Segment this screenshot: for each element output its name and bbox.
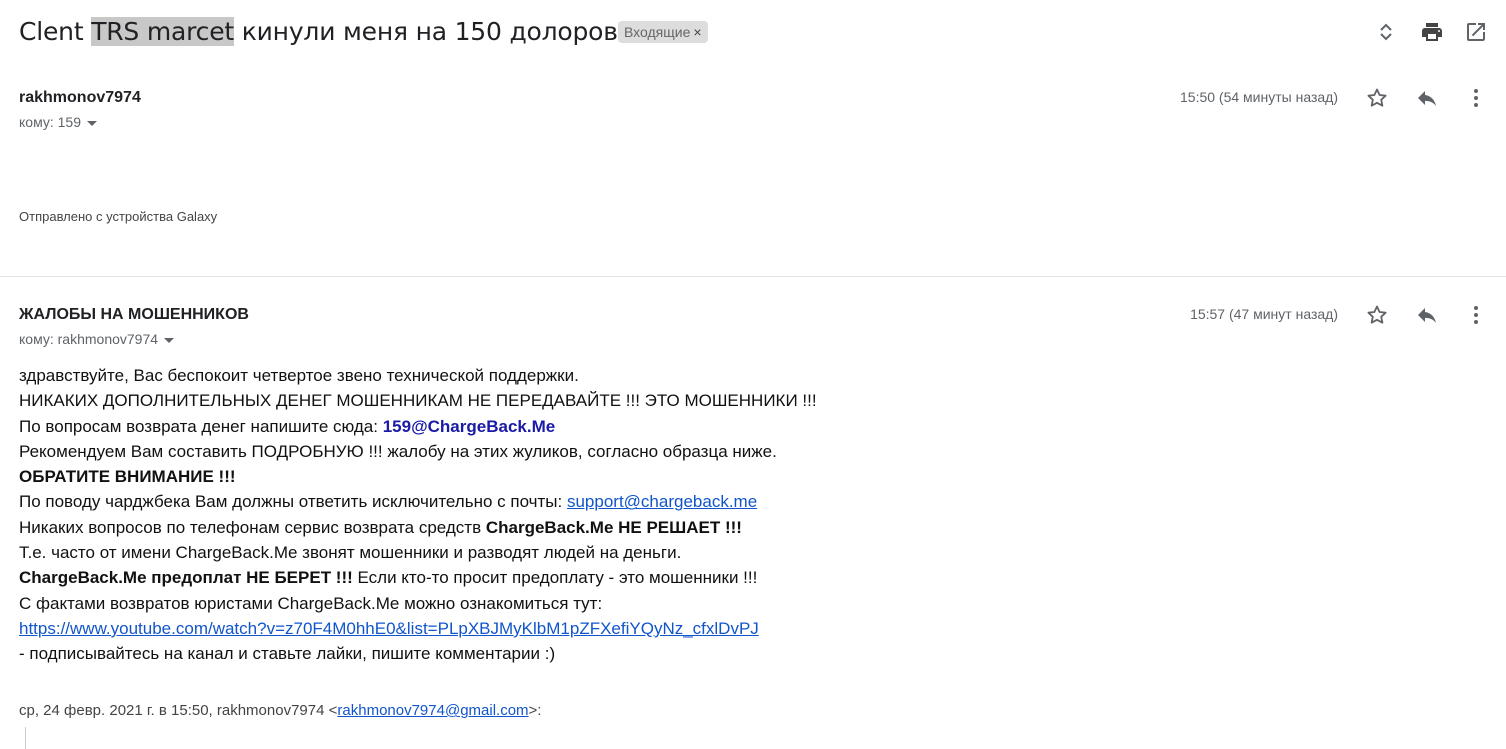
support-email-link[interactable]: support@chargeback.me [567,492,757,511]
body-text: Если кто-то просит предоплату - это моше… [352,568,758,588]
body-line: здравствуйте, Вас беспокоит четвертое зв… [19,366,579,385]
label-remove-button[interactable]: × [693,24,701,40]
more-options-icon[interactable] [1464,303,1488,327]
body-line: Рекомендуем Вам составить ПОДРОБНУЮ !!! … [19,441,777,461]
body-line: С фактами возвратов юристами ChargeBack.… [19,593,603,613]
youtube-link[interactable]: https://www.youtube.com/watch?v=z70F4M0h… [19,619,759,638]
open-in-new-window-icon[interactable] [1464,20,1488,44]
message-recipients[interactable]: кому: 159 [19,114,97,130]
reply-icon[interactable] [1415,303,1439,327]
support-email-link[interactable]: 159@ChargeBack.Me [383,417,556,436]
body-line: По вопросам возврата денег напишите сюда… [19,414,817,439]
inbox-label-chip[interactable]: Входящие × [618,21,708,43]
body-line: НИКАКИХ ДОПОЛНИТЕЛЬНЫХ ДЕНЕГ МОШЕННИКАМ … [19,391,817,411]
body-line: Никаких вопросов по телефонам сервис воз… [19,515,817,540]
body-line: https://www.youtube.com/watch?v=z70F4M0h… [19,616,817,641]
chevron-down-icon[interactable] [87,120,97,126]
quoted-message-header: ср, 24 февр. 2021 г. в 15:50, rakhmonov7… [19,702,541,719]
body-bold-text: ChargeBack.Me предоплат НЕ БЕРЕТ !!! [19,568,353,588]
star-icon[interactable] [1365,86,1389,110]
subject-suffix: кинули меня на 150 долоров [233,17,618,46]
body-line: ChargeBack.Me предоплат НЕ БЕРЕТ !!! Есл… [19,565,817,590]
quote-suffix: >: [528,702,542,719]
message-time: 15:57 (47 минут назад) [1190,306,1338,322]
body-bold-text: ChargeBack.Me НЕ РЕШАЕТ !!! [485,517,742,537]
message-sender[interactable]: ЖАЛОБЫ НА МОШЕННИКОВ [19,306,249,324]
quote-prefix: ср, 24 февр. 2021 г. в 15:50, rakhmonov7… [19,702,338,719]
body-text: Никаких вопросов по телефонам сервис воз… [19,517,486,537]
body-line: - подписывайтесь на канал и ставьте лайк… [19,644,556,664]
subject-highlight: TRS marcet [91,17,234,46]
message-time: 15:50 (54 минуты назад) [1180,89,1338,105]
message-sender[interactable]: rakhmonov7974 [19,89,141,107]
body-line-warning: ОБРАТИТЕ ВНИМАНИЕ !!! [19,467,236,487]
subject-prefix: Clent [19,17,92,46]
email-subject: Clent TRS marcet кинули меня на 150 доло… [19,14,618,50]
quoted-sender-email-link[interactable]: rakhmonov7974@gmail.com [337,702,528,719]
message-recipients[interactable]: кому: rakhmonov7974 [19,331,175,347]
chevron-down-icon[interactable] [164,337,175,343]
body-text: По вопросам возврата денег напишите сюда… [19,416,383,436]
print-icon[interactable] [1420,20,1444,44]
body-text: По поводу чарджбека Вам должны ответить … [19,492,567,512]
expand-collapse-icon[interactable] [1374,20,1398,44]
recipients-text: кому: 159 [19,114,81,130]
body-line: Т.е. часто от имени ChargeBack.Me звонят… [19,543,682,563]
star-icon[interactable] [1365,303,1389,327]
quote-bar [25,727,26,749]
message-body: здравствуйте, Вас беспокоит четвертое зв… [19,363,817,667]
body-line: По поводу чарджбека Вам должны ответить … [19,489,817,514]
message-divider [0,276,1506,277]
label-text: Входящие [624,24,691,40]
more-options-icon[interactable] [1464,86,1488,110]
message-signature: Отправлено с устройства Galaxy [19,209,218,224]
recipients-text: кому: rakhmonov7974 [19,331,159,347]
reply-icon[interactable] [1415,86,1439,110]
